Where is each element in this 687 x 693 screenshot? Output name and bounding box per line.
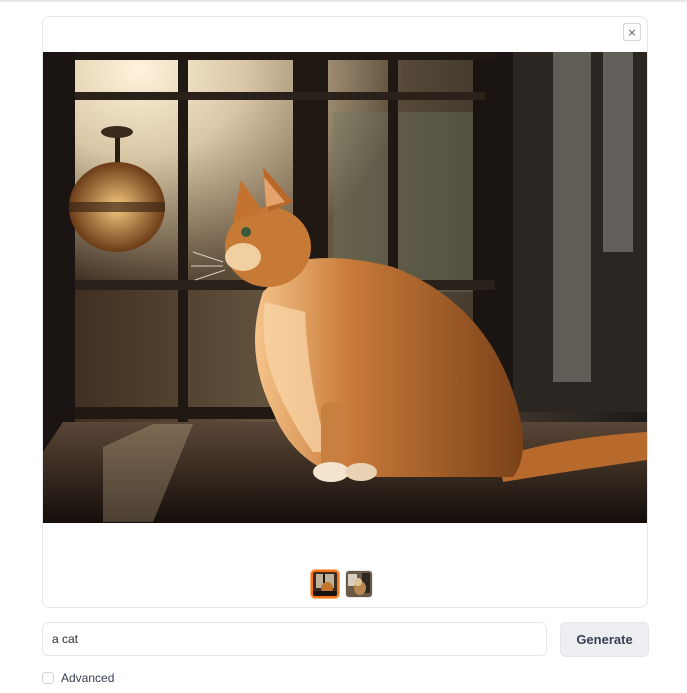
thumbnail-cat-window[interactable]	[311, 570, 339, 598]
top-divider	[0, 0, 687, 2]
thumbnail-cat-interior[interactable]	[345, 570, 373, 598]
advanced-label: Advanced	[61, 671, 115, 685]
prompt-input[interactable]	[42, 622, 547, 656]
generate-button[interactable]: Generate	[560, 622, 649, 657]
image-gallery: ×	[42, 16, 648, 608]
close-icon[interactable]: ×	[623, 23, 641, 41]
advanced-toggle[interactable]: Advanced	[42, 671, 114, 685]
thumbnail-strip	[311, 570, 373, 598]
advanced-checkbox[interactable]	[42, 672, 54, 684]
generated-image	[43, 52, 647, 523]
